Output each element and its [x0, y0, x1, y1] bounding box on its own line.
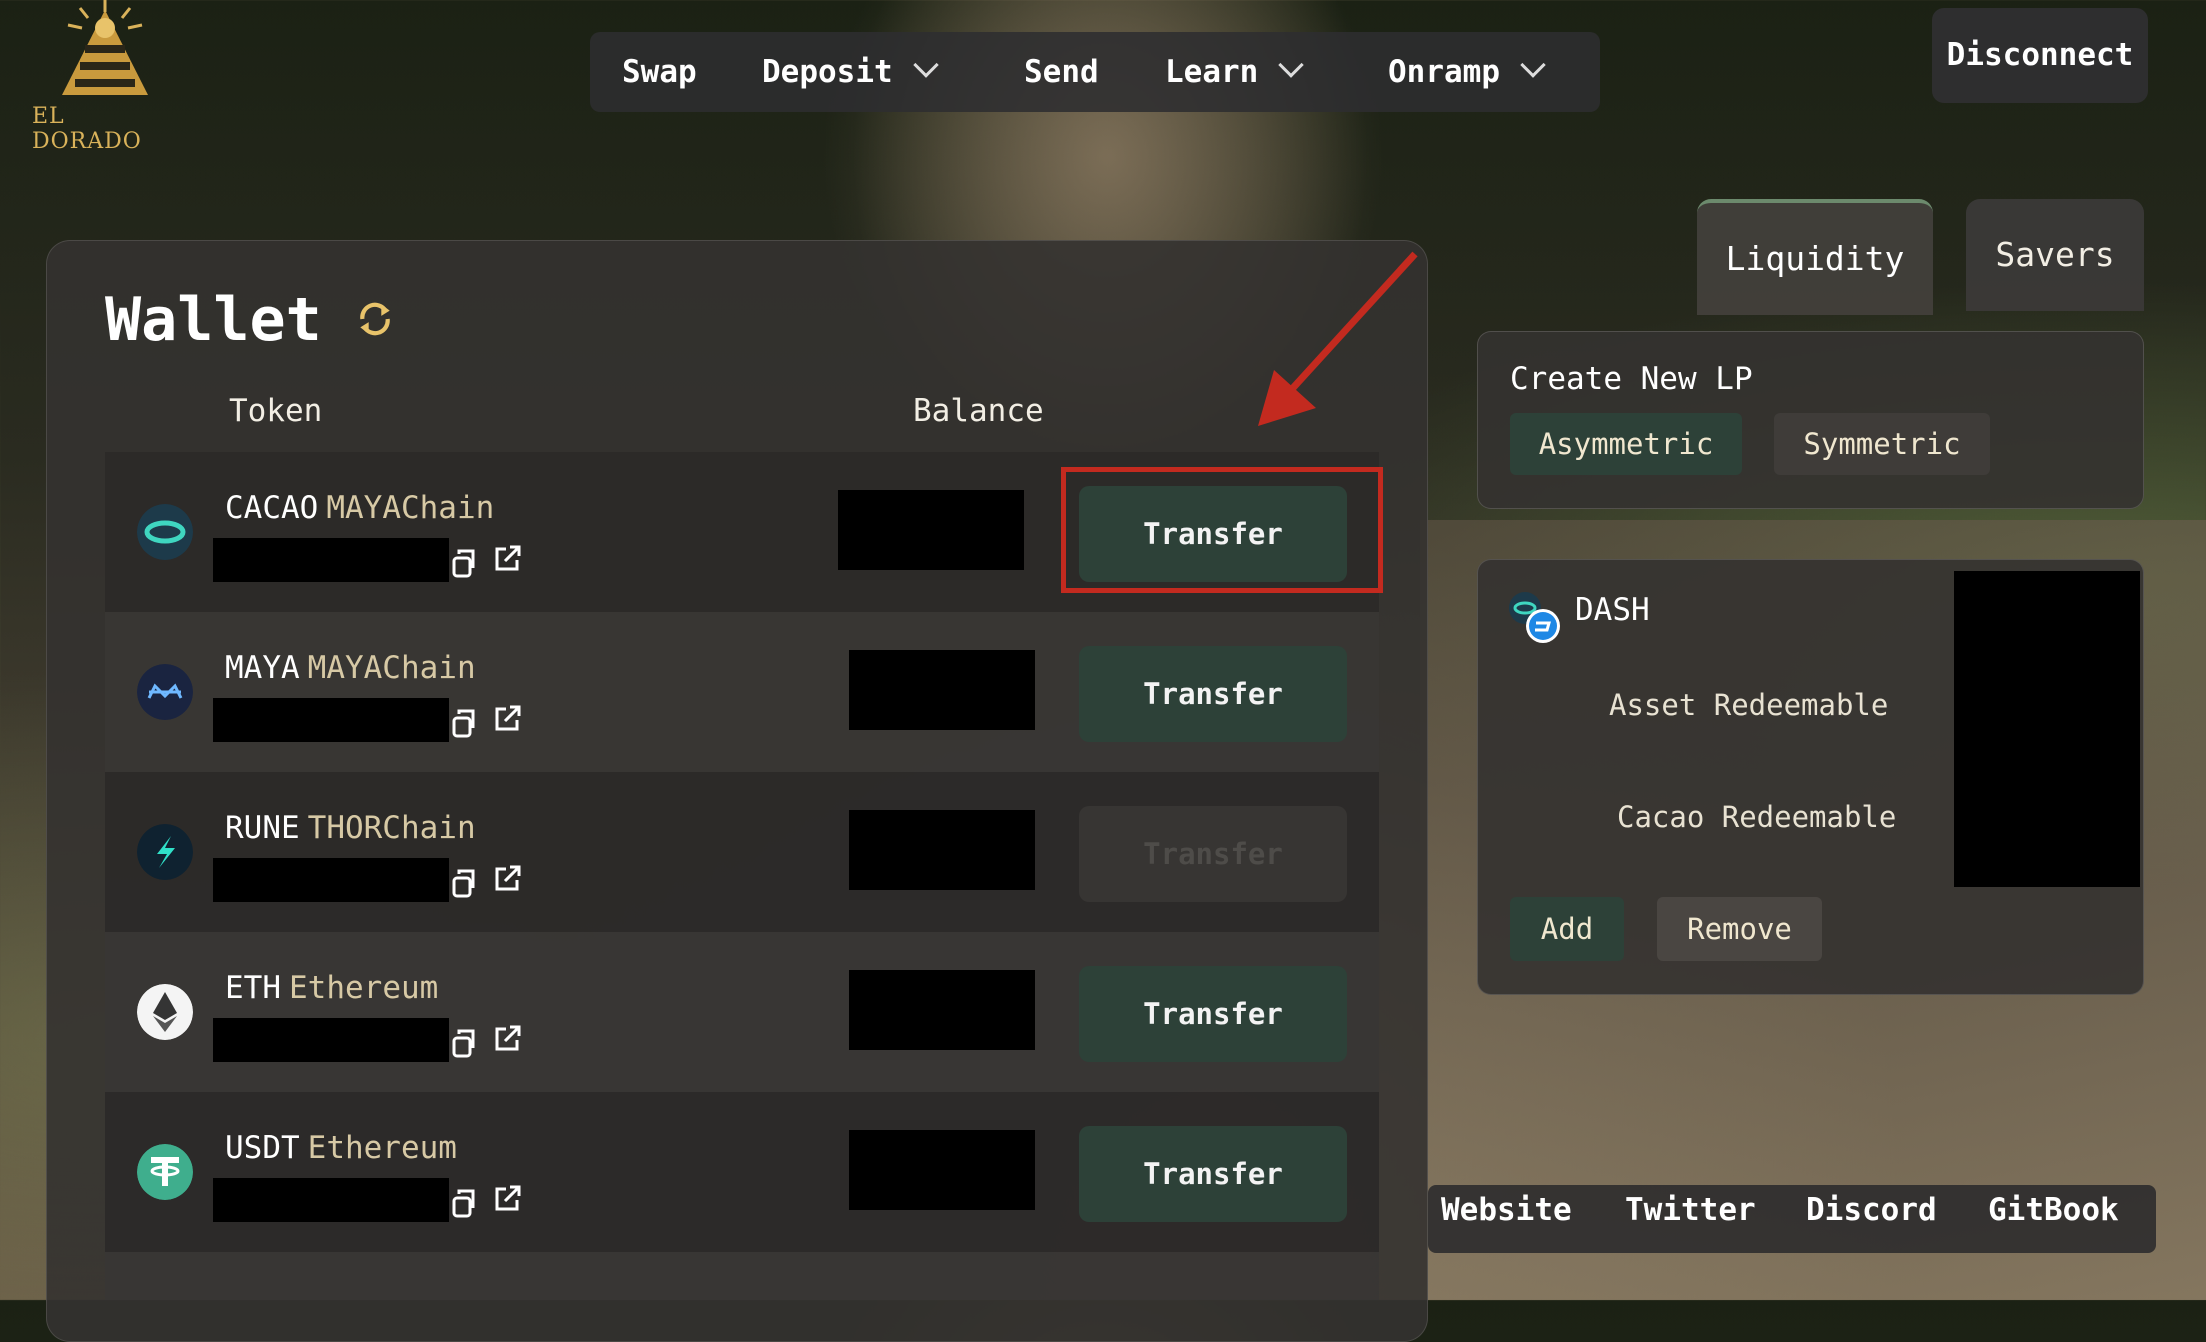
asset-redeemable-label: Asset Redeemable — [1609, 688, 1889, 722]
refresh-icon[interactable] — [354, 298, 396, 340]
usdt-icon — [137, 1144, 193, 1200]
copy-icon[interactable] — [450, 1028, 476, 1058]
transfer-button[interactable]: Transfer — [1079, 646, 1347, 742]
copy-icon[interactable] — [450, 868, 476, 898]
cacao-icon — [137, 504, 193, 560]
token-label: ETH Ethereum — [225, 970, 439, 1006]
redacted-balance — [849, 810, 1035, 890]
nav-swap[interactable]: Swap — [622, 32, 697, 112]
footer-link-gitbook[interactable]: GitBook — [1988, 1192, 2119, 1228]
footer-link-discord[interactable]: Discord — [1806, 1192, 1937, 1228]
nav-deposit[interactable]: Deposit — [762, 32, 939, 112]
disconnect-button[interactable]: Disconnect — [1932, 8, 2148, 103]
transfer-button[interactable]: Transfer — [1079, 1126, 1347, 1222]
wallet-title: Wallet — [105, 285, 322, 355]
create-lp-title: Create New LP — [1510, 361, 1753, 397]
redacted-address — [213, 858, 449, 902]
tab-savers[interactable]: Savers — [1966, 199, 2144, 311]
dash-cacao-pair-icon — [1509, 592, 1560, 643]
token-row: RUNE THORChain Transfer — [105, 772, 1379, 932]
nav-onramp[interactable]: Onramp — [1388, 32, 1546, 112]
redacted-address — [213, 538, 449, 582]
transfer-button[interactable]: Transfer — [1079, 966, 1347, 1062]
token-label: USDT Ethereum — [225, 1130, 457, 1166]
token-label: CACAO MAYAChain — [225, 490, 495, 526]
token-row: MAYA MAYAChain Transfer — [105, 612, 1379, 772]
chevron-down-icon — [1520, 52, 1546, 78]
lp-asset-name: DASH — [1575, 592, 1650, 628]
chevron-down-icon — [1278, 52, 1305, 78]
cacao-redeemable-label: Cacao Redeemable — [1617, 800, 1897, 834]
redacted-balance — [849, 1130, 1035, 1210]
redacted-balance — [849, 970, 1035, 1050]
token-row: ETH Ethereum Transfer — [105, 932, 1379, 1092]
transfer-button-disabled: Transfer — [1079, 806, 1347, 902]
external-link-icon[interactable] — [492, 1184, 522, 1214]
chevron-down-icon — [912, 52, 939, 78]
redacted-position-values — [1954, 571, 2140, 887]
tab-liquidity[interactable]: Liquidity — [1697, 199, 1933, 315]
redacted-address — [213, 1018, 449, 1062]
logo-text: EL DORADO — [32, 104, 142, 154]
copy-icon[interactable] — [450, 1188, 476, 1218]
nav-send[interactable]: Send — [1024, 32, 1099, 112]
nav-learn[interactable]: Learn — [1165, 32, 1305, 112]
redacted-balance — [838, 490, 1024, 570]
annotation-arrow-icon — [1258, 251, 1418, 426]
external-link-icon[interactable] — [492, 704, 522, 734]
redacted-address — [213, 1178, 449, 1222]
column-header-balance: Balance — [913, 393, 1044, 429]
token-row — [105, 1252, 1379, 1300]
redacted-balance — [849, 650, 1035, 730]
footer-link-website[interactable]: Website — [1441, 1192, 1572, 1228]
remove-liquidity-button[interactable]: Remove — [1657, 897, 1822, 961]
external-link-icon[interactable] — [492, 864, 522, 894]
copy-icon[interactable] — [450, 708, 476, 738]
copy-icon[interactable] — [450, 548, 476, 578]
top-navigation: Swap Deposit Send Learn Onramp — [590, 32, 1600, 112]
symmetric-button[interactable]: Symmetric — [1774, 413, 1990, 475]
external-link-icon[interactable] — [492, 1024, 522, 1054]
token-label: RUNE THORChain — [225, 810, 476, 846]
footer-link-twitter[interactable]: Twitter — [1625, 1192, 1756, 1228]
rune-icon — [137, 824, 193, 880]
token-row: USDT Ethereum Transfer — [105, 1092, 1379, 1252]
annotation-highlight-box — [1061, 467, 1383, 593]
redacted-address — [213, 698, 449, 742]
external-link-icon[interactable] — [492, 544, 522, 574]
asymmetric-button[interactable]: Asymmetric — [1510, 413, 1742, 475]
token-label: MAYA MAYAChain — [225, 650, 476, 686]
eth-icon — [137, 984, 193, 1040]
add-liquidity-button[interactable]: Add — [1510, 897, 1624, 961]
column-header-token: Token — [229, 393, 323, 429]
maya-icon — [137, 664, 193, 720]
